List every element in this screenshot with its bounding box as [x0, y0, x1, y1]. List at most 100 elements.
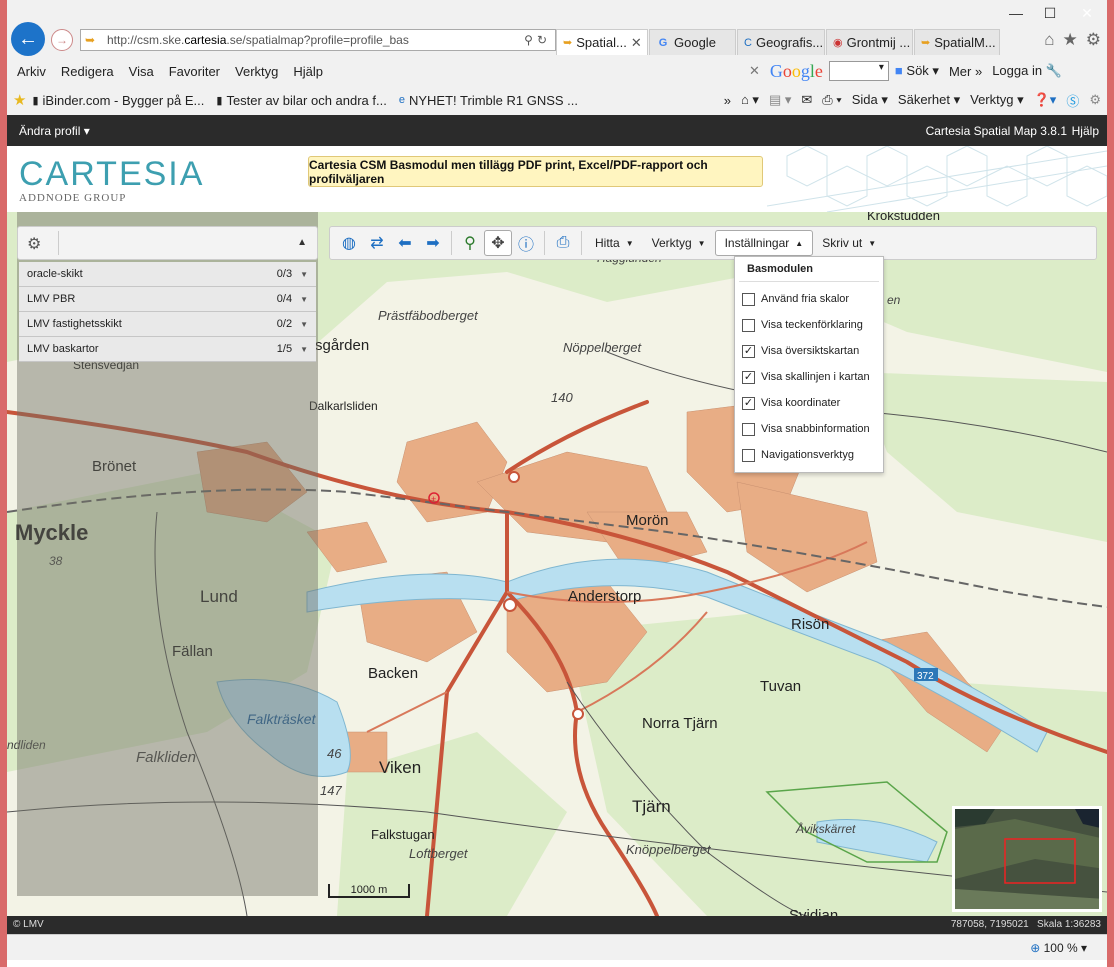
settings-menu[interactable]: Inställningar ▲ — [714, 230, 814, 256]
layer-count: 0/3 — [276, 268, 293, 280]
menu-hjalp[interactable]: Hjälp — [293, 64, 323, 79]
separator — [581, 231, 582, 255]
map-label: 46 — [327, 746, 342, 761]
zoom-control[interactable]: ⊕ 100 % ▾ — [1030, 941, 1087, 955]
tab-grontmij[interactable]: ◉ Grontmij ... — [826, 29, 913, 55]
checkbox-checked[interactable]: ✓ — [742, 344, 755, 358]
page-menu[interactable]: Sida ▾ — [852, 92, 888, 108]
find-menu[interactable]: Hitta ▼ — [586, 230, 643, 256]
checkbox[interactable] — [742, 318, 755, 332]
print-menu[interactable]: Skriv ut ▼ — [813, 230, 885, 256]
mail-icon[interactable]: ✉ — [801, 92, 812, 108]
help-icon[interactable]: ❓▾ — [1034, 92, 1057, 108]
tab-label: Google — [674, 35, 716, 50]
layer-group-oracle[interactable]: oracle-skikt 0/3 ▼ — [19, 262, 316, 287]
option-quick-info[interactable]: Visa snabbinformation — [735, 416, 883, 442]
favorite-ibinder[interactable]: ▮ iBinder.com - Bygger på E... — [32, 93, 204, 108]
close-window-icon[interactable]: ✕ — [1067, 2, 1107, 24]
checkbox[interactable] — [742, 422, 755, 436]
chevron-down-icon[interactable]: ▼ — [300, 320, 308, 329]
maximize-icon[interactable]: ☐ — [1033, 2, 1067, 24]
map-area[interactable]: Krokstudden Hagglunden Prästfäbodberget … — [7, 212, 1107, 916]
layer-group-lmv-pbr[interactable]: LMV PBR 0/4 ▼ — [19, 287, 316, 312]
menu-bar: Arkiv Redigera Visa Favoriter Verktyg Hj… — [7, 58, 747, 84]
map-toolbar: ◍ ⇄ ⬅ ➡ ⚲ ✥ ⓘ ⎙ Hitta ▼ Verktyg ▼ Inställn… — [329, 226, 1097, 260]
chevron-down-icon[interactable]: ▼ — [300, 295, 308, 304]
next-extent-icon[interactable]: ➡ — [419, 230, 447, 256]
minimize-icon[interactable]: — — [999, 2, 1033, 24]
home-icon[interactable]: ⌂ ▾ — [741, 92, 759, 108]
option-navigation-tool[interactable]: Navigationsverktyg — [735, 442, 883, 468]
address-bar[interactable]: ➥ http://csm.ske.cartesia.se/spatialmap?… — [80, 29, 556, 51]
checkbox-checked[interactable]: ✓ — [742, 370, 755, 384]
overview-map[interactable] — [952, 806, 1102, 912]
tab-spatial[interactable]: ➥ Spatial... ✕ — [556, 29, 648, 55]
search-icon[interactable]: ⚲ — [524, 33, 537, 47]
layer-group-lmv-fastighet[interactable]: LMV fastighetsskikt 0/2 ▼ — [19, 312, 316, 337]
gear-icon[interactable]: ⚙ — [27, 234, 41, 254]
print-icon[interactable]: ⎙ ▾ — [822, 92, 841, 108]
settings-menu-label: Inställningar — [724, 236, 790, 250]
globe-icon[interactable]: ◍ — [335, 230, 363, 256]
refresh-map-icon[interactable]: ⇄ — [363, 230, 391, 256]
favorite-label: Tester av bilar och andra f... — [226, 92, 387, 108]
favorite-tester[interactable]: ▮ Tester av bilar och andra f... — [216, 93, 386, 108]
more-chevron-icon[interactable]: » — [724, 93, 731, 108]
google-login-link[interactable]: Logga in 🔧 — [992, 63, 1062, 79]
address-tools[interactable]: ⚲↻ — [505, 33, 555, 47]
menu-visa[interactable]: Visa — [129, 64, 154, 79]
close-toolbar-icon[interactable]: ✕ — [749, 63, 760, 79]
refresh-icon[interactable]: ↻ — [537, 33, 551, 47]
favorites-star-icon[interactable]: ★ — [13, 91, 26, 109]
gear-icon[interactable]: ⚙ — [1089, 92, 1101, 108]
checkbox-checked[interactable]: ✓ — [742, 396, 755, 410]
home-icon[interactable]: ⌂ — [1044, 30, 1054, 50]
checkbox[interactable] — [742, 448, 755, 462]
forward-button[interactable]: → — [51, 29, 73, 51]
chevron-down-icon[interactable]: ▼ — [300, 345, 308, 354]
back-button[interactable]: ← — [11, 22, 45, 56]
tab-spatialm[interactable]: ➥ SpatialM... — [914, 29, 1000, 55]
option-legend[interactable]: Visa teckenförklaring — [735, 312, 883, 338]
tab-google[interactable]: G Google — [649, 29, 736, 55]
option-free-scales[interactable]: Använd fria skalor — [735, 286, 883, 312]
overview-map-canvas[interactable] — [955, 809, 1102, 912]
menu-verktyg[interactable]: Verktyg — [235, 64, 278, 79]
safety-menu[interactable]: Säkerhet ▾ — [898, 92, 960, 108]
tab-close-icon[interactable]: ✕ — [631, 35, 642, 51]
tools-menu[interactable]: Verktyg ▾ — [970, 92, 1024, 108]
layer-group-lmv-baskartor[interactable]: LMV baskartor 1/5 ▼ — [19, 337, 316, 362]
option-coordinates[interactable]: ✓ Visa koordinater — [735, 390, 883, 416]
menu-arkiv[interactable]: Arkiv — [17, 64, 46, 79]
address-url[interactable]: http://csm.ske.cartesia.se/spatialmap?pr… — [107, 33, 505, 47]
pan-icon[interactable]: ✥ — [484, 230, 512, 256]
google-search-button[interactable]: ■ Sök ▾ — [895, 63, 939, 79]
chevron-down-icon[interactable]: ▼ — [300, 270, 308, 279]
settings-gear-icon[interactable]: ⚙ — [1086, 30, 1101, 50]
zoom-in-icon[interactable]: ⚲ — [456, 230, 484, 256]
tab-geografis[interactable]: C Geografis... — [737, 29, 825, 55]
map-label: Nöppelberget — [563, 340, 642, 355]
menu-redigera[interactable]: Redigera — [61, 64, 114, 79]
favorite-trimble[interactable]: e NYHET! Trimble R1 GNSS ... — [399, 93, 578, 108]
favorites-star-icon[interactable]: ★ — [1063, 30, 1078, 50]
page-menu-label: Sida — [851, 92, 878, 107]
option-overview-map[interactable]: ✓ Visa översiktskartan — [735, 338, 883, 364]
change-profile-menu[interactable]: Ändra profil ▾ — [19, 124, 90, 138]
map-label: sgården — [315, 337, 369, 354]
info-icon[interactable]: ⓘ — [512, 230, 540, 256]
collapse-panel-icon[interactable]: ▲ — [297, 237, 307, 248]
previous-extent-icon[interactable]: ⬅ — [391, 230, 419, 256]
skype-icon[interactable]: Ⓢ — [1066, 91, 1079, 110]
google-search-select[interactable]: ▾ — [828, 61, 889, 81]
help-link[interactable]: Hjälp — [1072, 124, 1099, 138]
tools-menu[interactable]: Verktyg ▼ — [643, 230, 715, 256]
ie-page-icon: e — [398, 94, 405, 106]
print-icon[interactable]: ⎙ — [549, 230, 577, 256]
google-logo: Google — [769, 60, 823, 81]
google-more-button[interactable]: Mer » — [949, 64, 982, 79]
option-scale-line[interactable]: ✓ Visa skallinjen i kartan — [735, 364, 883, 390]
menu-favoriter[interactable]: Favoriter — [169, 64, 220, 79]
rss-icon[interactable]: ▤ ▾ — [769, 92, 791, 108]
checkbox[interactable] — [742, 292, 755, 306]
